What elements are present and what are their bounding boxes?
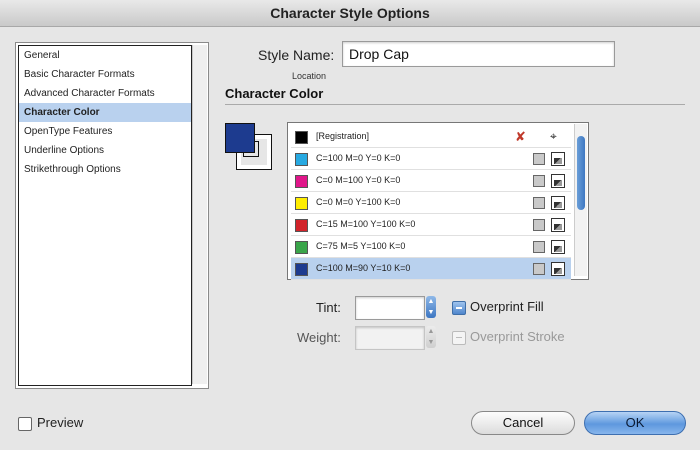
weight-input[interactable] bbox=[355, 326, 425, 350]
tint-label: Tint: bbox=[316, 300, 341, 315]
swatch-name: C=15 M=100 Y=100 K=0 bbox=[316, 219, 416, 229]
square-gray-icon bbox=[533, 175, 545, 187]
style-name-label: Style Name: bbox=[258, 47, 335, 63]
swatch-chip bbox=[295, 153, 308, 166]
fill-swatch[interactable] bbox=[225, 123, 255, 153]
cmyk-icon bbox=[551, 240, 565, 254]
location-label: Location bbox=[292, 71, 327, 81]
overprint-fill-label: Overprint Fill bbox=[470, 299, 544, 314]
sidebar-item-general[interactable]: General bbox=[19, 46, 191, 65]
square-gray-icon bbox=[533, 263, 545, 275]
swatch-chip bbox=[295, 219, 308, 232]
weight-stepper[interactable]: ▲ ▼ bbox=[426, 326, 436, 348]
swatch-row-selected[interactable]: C=100 M=90 Y=10 K=0 bbox=[291, 258, 571, 280]
sidebar-item-basic-character-formats[interactable]: Basic Character Formats bbox=[19, 65, 191, 84]
overprint-stroke-checkbox[interactable] bbox=[452, 331, 466, 345]
square-gray-icon bbox=[533, 153, 545, 165]
sidebar-scrollbar[interactable] bbox=[192, 45, 207, 384]
swatch-name: C=100 M=0 Y=0 K=0 bbox=[316, 153, 401, 163]
swatch-chip bbox=[295, 263, 308, 276]
swatch-name: [Registration] bbox=[316, 131, 370, 141]
ok-button[interactable]: OK bbox=[584, 411, 686, 435]
swatch-row[interactable]: C=15 M=100 Y=100 K=0 bbox=[291, 214, 571, 236]
swatch-list-panel: [Registration] ✘ ⌖ C=100 M=0 Y=0 K=0 C=0… bbox=[287, 122, 589, 280]
overprint-stroke-label: Overprint Stroke bbox=[470, 329, 565, 344]
cancel-button[interactable]: Cancel bbox=[471, 411, 575, 435]
tint-input[interactable] bbox=[355, 296, 425, 320]
sidebar: General Basic Character Formats Advanced… bbox=[15, 42, 209, 389]
swatch-row[interactable]: C=0 M=0 Y=100 K=0 bbox=[291, 192, 571, 214]
swatch-row[interactable]: C=75 M=5 Y=100 K=0 bbox=[291, 236, 571, 258]
swatch-chip bbox=[295, 197, 308, 210]
sidebar-item-advanced-character-formats[interactable]: Advanced Character Formats bbox=[19, 84, 191, 103]
square-gray-icon bbox=[533, 197, 545, 209]
cmyk-icon bbox=[551, 262, 565, 276]
section-title: Character Color bbox=[225, 86, 685, 105]
sidebar-item-character-color[interactable]: Character Color bbox=[19, 103, 191, 122]
cmyk-icon bbox=[551, 174, 565, 188]
swatch-name: C=100 M=90 Y=10 K=0 bbox=[316, 263, 411, 273]
sidebar-item-underline-options[interactable]: Underline Options bbox=[19, 141, 191, 160]
swatch-row[interactable]: C=100 M=0 Y=0 K=0 bbox=[291, 148, 571, 170]
x-icon: ✘ bbox=[515, 129, 526, 144]
overprint-fill-checkbox[interactable] bbox=[452, 301, 466, 315]
swatch-chip bbox=[295, 241, 308, 254]
tint-stepper[interactable]: ▲ ▼ bbox=[426, 296, 436, 318]
cmyk-icon bbox=[551, 218, 565, 232]
swatch-name: C=0 M=100 Y=0 K=0 bbox=[316, 175, 401, 185]
swatch-chip bbox=[295, 175, 308, 188]
sidebar-list: General Basic Character Formats Advanced… bbox=[18, 45, 192, 386]
target-icon: ⌖ bbox=[550, 129, 557, 143]
sidebar-item-strikethrough-options[interactable]: Strikethrough Options bbox=[19, 160, 191, 179]
sidebar-item-opentype-features[interactable]: OpenType Features bbox=[19, 122, 191, 141]
swatch-row[interactable]: [Registration] ✘ ⌖ bbox=[291, 126, 571, 148]
swatch-name: C=0 M=0 Y=100 K=0 bbox=[316, 197, 401, 207]
square-gray-icon bbox=[533, 241, 545, 253]
weight-label: Weight: bbox=[297, 330, 341, 345]
style-name-input[interactable]: Drop Cap bbox=[342, 41, 615, 67]
swatch-name: C=75 M=5 Y=100 K=0 bbox=[316, 241, 406, 251]
square-gray-icon bbox=[533, 219, 545, 231]
swatch-chip bbox=[295, 131, 308, 144]
preview-checkbox[interactable] bbox=[18, 417, 32, 431]
fill-stroke-proxy[interactable] bbox=[225, 123, 273, 171]
swatch-list: [Registration] ✘ ⌖ C=100 M=0 Y=0 K=0 C=0… bbox=[291, 126, 571, 280]
window-title: Character Style Options bbox=[0, 0, 700, 27]
swatch-scroll-thumb[interactable] bbox=[577, 136, 585, 210]
swatch-row[interactable]: C=0 M=100 Y=0 K=0 bbox=[291, 170, 571, 192]
preview-label: Preview bbox=[37, 415, 84, 430]
swatch-scrollbar[interactable] bbox=[574, 124, 587, 276]
cmyk-icon bbox=[551, 196, 565, 210]
cmyk-icon bbox=[551, 152, 565, 166]
